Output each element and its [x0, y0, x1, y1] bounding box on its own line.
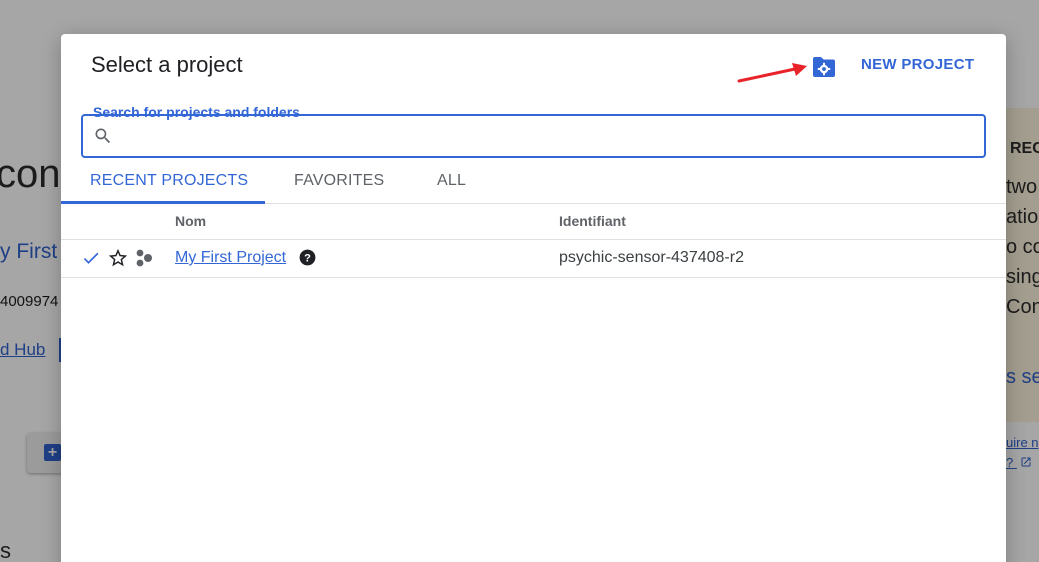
search-field[interactable] [81, 114, 986, 158]
external-link-icon [1021, 457, 1031, 467]
search-input[interactable] [121, 122, 971, 150]
annotation-arrow-icon [737, 63, 807, 83]
column-header-name[interactable]: Nom [175, 213, 206, 229]
panel-text: ation [1006, 206, 1039, 228]
dialog-title: Select a project [91, 52, 243, 77]
background-learn-more-text: ? [1006, 455, 1014, 470]
select-project-dialog: Select a project NEW PROJECT Search for … [61, 34, 1006, 562]
background-project-link: y First [0, 240, 58, 263]
background-project-number: 4009974 [0, 293, 59, 310]
panel-link: s se [1006, 366, 1039, 388]
star-outline-icon[interactable] [107, 247, 129, 269]
project-id: psychic-sensor-437408-r2 [559, 249, 744, 266]
panel-text: sing [1006, 266, 1039, 288]
new-project-button[interactable]: NEW PROJECT [861, 56, 974, 73]
panel-text: Con [1006, 296, 1039, 318]
panel-text: two [1006, 176, 1038, 198]
background-plus-icon: + [44, 444, 61, 461]
project-name-link[interactable]: My First Project [175, 249, 286, 267]
table-row[interactable]: My First Project ? psychic-sensor-437408… [61, 240, 1006, 278]
background-section-heading: s [0, 538, 11, 562]
panel-text: o co [1006, 236, 1039, 258]
background-learn-more-link: uire n [1006, 435, 1039, 450]
table-header: Nom Identifiant [61, 205, 1006, 240]
background-side-panel: REC two ation o co sing Con s se [1006, 108, 1039, 422]
folder-settings-icon [813, 57, 835, 77]
tab-favorites[interactable]: FAVORITES [294, 172, 384, 190]
background-title: con [0, 152, 61, 196]
new-folder-button[interactable] [811, 56, 837, 78]
tab-all[interactable]: ALL [437, 172, 466, 190]
column-header-id[interactable]: Identifiant [559, 213, 626, 229]
project-tabs: RECENT PROJECTS FAVORITES ALL [61, 162, 1006, 204]
svg-text:?: ? [304, 252, 311, 264]
active-tab-indicator [61, 201, 265, 204]
background-hub-link: d Hub [0, 340, 46, 359]
project-icon [136, 249, 152, 267]
help-icon[interactable]: ? [298, 248, 317, 267]
search-icon [95, 128, 111, 144]
checkmark-icon [83, 252, 99, 264]
panel-heading: REC [1010, 140, 1039, 157]
tab-recent-projects[interactable]: RECENT PROJECTS [90, 172, 248, 190]
background-learn-more-link-2: ? [1006, 455, 1032, 470]
